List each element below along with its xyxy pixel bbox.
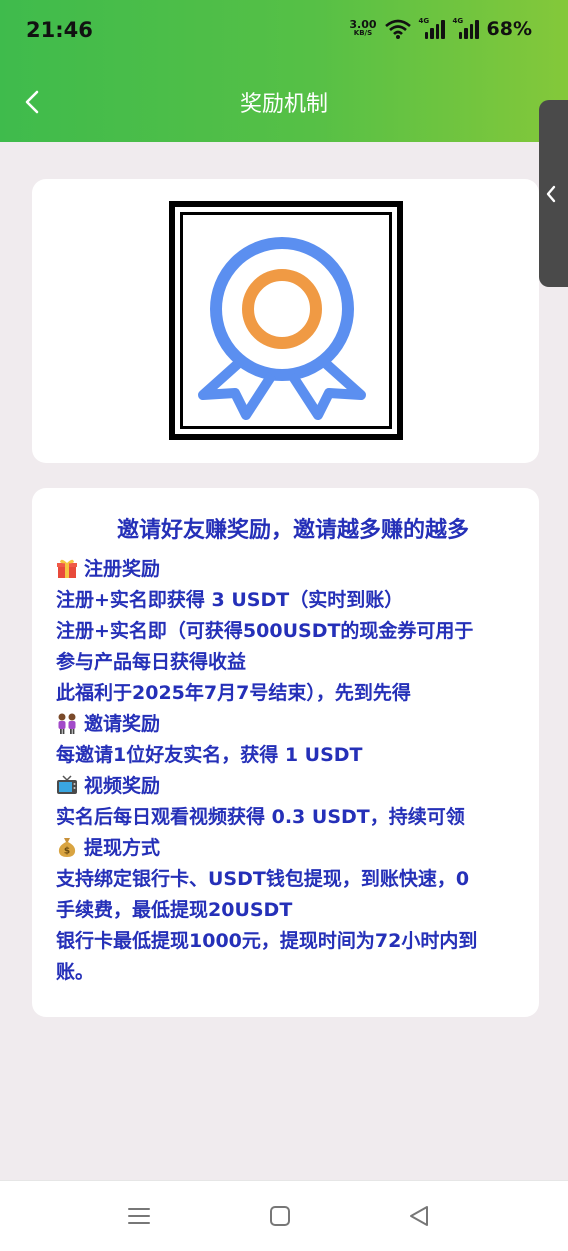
section-title-register: 注册奖励 xyxy=(56,554,526,585)
square-icon xyxy=(270,1206,290,1226)
badge-card xyxy=(32,179,539,463)
tv-icon xyxy=(57,775,77,794)
triangle-left-icon xyxy=(410,1206,428,1226)
app-header: 21:46 3.00 KB/S 4G 4G 68% 奖励机制 xyxy=(0,0,568,142)
sim2-network-tag: 4G xyxy=(452,17,464,25)
status-time: 21:46 xyxy=(26,18,93,42)
section-title-text: 邀请奖励 xyxy=(84,713,161,735)
register-line-2: 注册+实名即（可获得500USDT的现金券可用于 xyxy=(56,620,474,642)
home-button[interactable] xyxy=(265,1201,295,1231)
section-title-video: 视频奖励 xyxy=(56,771,526,802)
section-title-invite: 邀请奖励 xyxy=(56,709,526,740)
svg-text:$: $ xyxy=(64,847,70,857)
register-line-4: 此福利于2025年7月7号结束），先到先得 xyxy=(56,682,411,704)
register-line-1: 注册+实名即获得 3 USDT（实时到账） xyxy=(56,589,404,611)
withdraw-line-4: 账。 xyxy=(56,961,95,983)
section-title-text: 视频奖励 xyxy=(84,775,161,797)
page-title: 奖励机制 xyxy=(239,92,328,117)
status-indicators: 3.00 KB/S 4G 4G 68% xyxy=(349,17,532,40)
title-bar: 奖励机制 xyxy=(0,62,568,142)
menu-icon xyxy=(128,1208,150,1224)
signal-icon-sim1: 4G xyxy=(418,17,445,39)
reward-info-card: 邀请好友赚奖励，邀请越多赚的越多 注册奖励 注册+实名即获得 3 USDT（实时… xyxy=(32,488,539,1017)
sim1-network-tag: 4G xyxy=(418,17,430,25)
withdraw-line-1: 支持绑定银行卡、USDT钱包提现，到账快速，0 xyxy=(56,868,470,890)
withdraw-line-2: 手续费，最低提现20USDT xyxy=(56,899,293,921)
chevron-left-icon xyxy=(546,185,556,202)
two-women-icon xyxy=(58,713,76,734)
status-bar: 21:46 3.00 KB/S 4G 4G 68% xyxy=(0,0,568,62)
gift-icon xyxy=(57,559,77,578)
signal-icon-sim2: 4G xyxy=(452,17,479,39)
money-bag-icon: $ xyxy=(58,838,76,857)
register-line-3: 参与产品每日获得收益 xyxy=(56,651,247,673)
battery-level: 68% xyxy=(486,18,532,40)
recent-apps-button[interactable] xyxy=(124,1201,154,1231)
reward-headline: 邀请好友赚奖励，邀请越多赚的越多 xyxy=(116,518,469,543)
wifi-icon xyxy=(384,19,411,39)
system-back-button[interactable] xyxy=(404,1201,434,1231)
withdraw-line-3: 银行卡最低提现1000元，提现时间为72小时内到 xyxy=(56,930,478,952)
network-speed-value: 3.00 xyxy=(349,18,377,31)
section-title-text: 注册奖励 xyxy=(84,558,161,580)
network-speed: 3.00 KB/S xyxy=(349,18,377,38)
network-speed-unit: KB/S xyxy=(353,29,373,37)
reward-text: 邀请好友赚奖励，邀请越多赚的越多 注册奖励 注册+实名即获得 3 USDT（实时… xyxy=(56,514,526,988)
video-line-1: 实名后每日观看视频获得 0.3 USDT，持续可领 xyxy=(56,806,465,828)
award-ribbon-icon xyxy=(169,201,403,440)
system-navigation-bar xyxy=(0,1180,568,1251)
section-title-withdraw: $ 提现方式 xyxy=(56,833,526,864)
invite-line-1: 每邀请1位好友实名，获得 1 USDT xyxy=(56,744,363,766)
side-drawer-handle[interactable] xyxy=(539,100,568,287)
section-title-text: 提现方式 xyxy=(84,837,161,859)
